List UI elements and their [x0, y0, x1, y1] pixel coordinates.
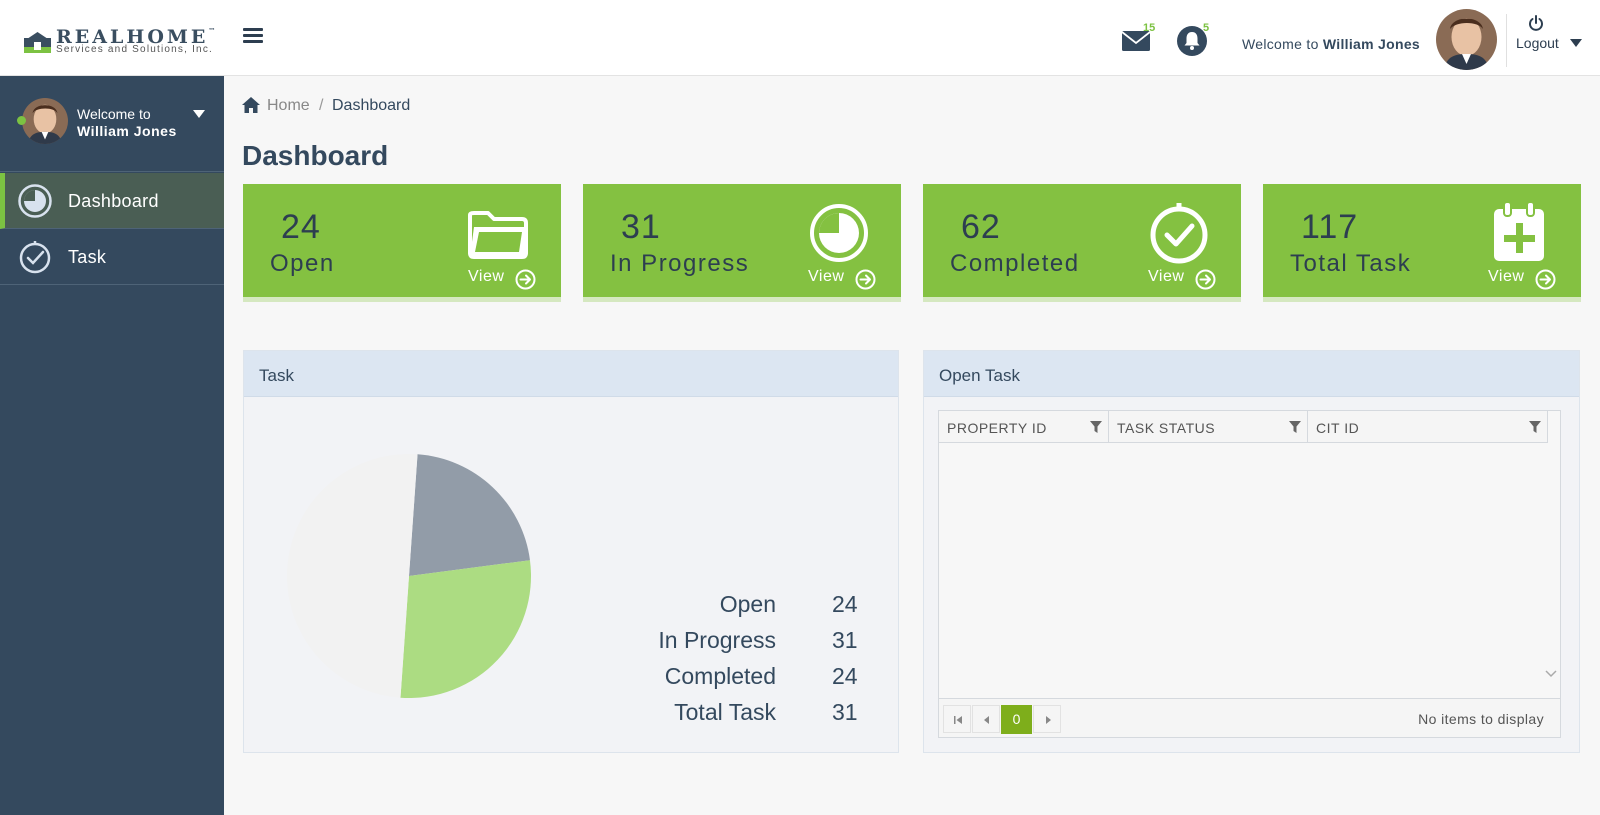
brand-subtitle: Services and Solutions, Inc.	[56, 44, 213, 55]
logout-button[interactable]: Logout	[1516, 35, 1559, 51]
open-task-grid: PROPERTY ID TASK STATUS CIT ID 0 No item…	[938, 410, 1561, 738]
legend-row-total-task: Total Task 31	[244, 699, 864, 729]
stat-value: 117	[1301, 208, 1359, 246]
check-circle-icon	[1150, 203, 1208, 264]
legend-value: 31	[832, 699, 858, 725]
grid-header: PROPERTY ID TASK STATUS CIT ID	[939, 411, 1548, 443]
breadcrumb-current: Dashboard	[332, 97, 411, 114]
filter-icon[interactable]	[1090, 421, 1102, 433]
sidebar: Welcome to William Jones Dashboard Task	[0, 76, 224, 815]
previous-page-button[interactable]	[972, 705, 1000, 733]
stat-label: In Progress	[610, 250, 750, 277]
sidebar-item-dashboard[interactable]: Dashboard	[0, 173, 224, 229]
stat-view-link[interactable]: View	[1488, 268, 1524, 286]
online-status-dot	[17, 116, 26, 125]
first-page-button[interactable]	[943, 705, 971, 733]
stat-label: Open	[270, 250, 335, 277]
stat-card-in-progress: 31 In Progress View	[583, 184, 901, 302]
stat-value: 24	[281, 208, 321, 246]
legend-row-open: Open 24	[244, 591, 864, 621]
power-icon[interactable]	[1528, 15, 1544, 31]
sidebar-item-label: Task	[68, 247, 107, 267]
stat-label: Total Task	[1290, 250, 1412, 277]
legend-row-completed: Completed 24	[244, 663, 864, 693]
column-header-property-id[interactable]: PROPERTY ID	[939, 411, 1109, 443]
stat-card-open: 24 Open View	[243, 184, 561, 302]
realhome-logo[interactable]: REALHOME™ Services and Solutions, Inc.	[24, 26, 224, 57]
house-logo-icon	[24, 32, 51, 53]
next-page-icon	[1046, 716, 1051, 724]
stat-view-link[interactable]: View	[808, 268, 844, 286]
current-page-button[interactable]: 0	[1001, 705, 1032, 734]
sidebar-user-panel: Welcome to William Jones	[0, 76, 224, 172]
user-photo-icon	[1436, 9, 1497, 70]
open-task-panel-title: Open Task	[924, 351, 1579, 397]
arrow-right-circle-icon[interactable]	[1195, 269, 1216, 290]
sidebar-welcome-text: Welcome to William Jones	[77, 106, 177, 139]
mail-count-badge: 15	[1143, 22, 1156, 34]
open-task-panel: Open Task PROPERTY ID TASK STATUS CIT ID	[923, 350, 1580, 753]
sidebar-item-label: Dashboard	[68, 191, 159, 211]
arrow-right-circle-icon[interactable]	[515, 269, 536, 290]
calendar-plus-icon	[1494, 201, 1544, 261]
grid-empty-message: No items to display	[1418, 711, 1544, 727]
next-page-button[interactable]	[1033, 705, 1061, 733]
legend-label: Open	[719, 591, 776, 617]
page-title: Dashboard	[242, 140, 389, 171]
stat-card-completed: 62 Completed View	[923, 184, 1241, 302]
header-avatar[interactable]	[1436, 9, 1497, 70]
legend-value: 31	[832, 627, 858, 653]
arrow-right-circle-icon[interactable]	[1535, 269, 1556, 290]
notification-count-badge: 5	[1203, 22, 1210, 34]
task-panel-title: Task	[244, 351, 898, 397]
header-divider	[1506, 14, 1507, 67]
legend-row-in-progress: In Progress 31	[244, 627, 864, 657]
breadcrumb-home-link[interactable]: Home	[267, 97, 310, 115]
user-photo-icon	[22, 98, 68, 144]
sidebar-avatar	[22, 98, 68, 144]
legend-label: In Progress	[658, 627, 776, 653]
stat-view-link[interactable]: View	[1148, 268, 1184, 286]
legend-value: 24	[832, 663, 858, 689]
user-menu-caret-icon[interactable]	[193, 110, 205, 118]
legend-label: Completed	[664, 663, 776, 689]
dashboard-pie-icon	[18, 184, 52, 218]
stat-value: 31	[621, 208, 661, 246]
pie-slice-total-task	[287, 454, 418, 592]
stat-value: 62	[961, 208, 1001, 246]
breadcrumb-separator: /	[319, 97, 324, 114]
arrow-right-circle-icon[interactable]	[855, 269, 876, 290]
first-page-icon	[954, 716, 962, 724]
logout-caret-icon[interactable]	[1570, 39, 1582, 47]
column-header-cit-id[interactable]: CIT ID	[1308, 411, 1548, 443]
scroll-down-icon[interactable]	[1544, 669, 1558, 679]
folder-icon	[468, 211, 528, 259]
home-icon[interactable]	[242, 97, 260, 113]
filter-icon[interactable]	[1289, 421, 1301, 433]
stat-label: Completed	[950, 250, 1080, 277]
top-header: REALHOME™ Services and Solutions, Inc. 1…	[0, 0, 1600, 76]
previous-page-icon	[984, 716, 989, 724]
column-header-task-status[interactable]: TASK STATUS	[1109, 411, 1308, 443]
task-panel: Task Open 24 In Progress 31 Completed 24…	[243, 350, 899, 753]
sidebar-item-task[interactable]: Task	[0, 229, 224, 285]
stat-view-link[interactable]: View	[468, 268, 504, 286]
stat-card-total-task: 117 Total Task View	[1263, 184, 1581, 302]
pie-slice-open	[409, 454, 530, 576]
progress-pie-icon	[810, 204, 868, 262]
legend-value: 24	[832, 591, 858, 617]
legend-label: Total Task	[674, 699, 776, 725]
header-welcome-text: Welcome to William Jones	[1242, 36, 1421, 52]
grid-pager: 0 No items to display	[939, 698, 1560, 737]
task-check-icon	[19, 241, 51, 274]
filter-icon[interactable]	[1529, 421, 1541, 433]
menu-toggle-button[interactable]	[243, 28, 265, 48]
